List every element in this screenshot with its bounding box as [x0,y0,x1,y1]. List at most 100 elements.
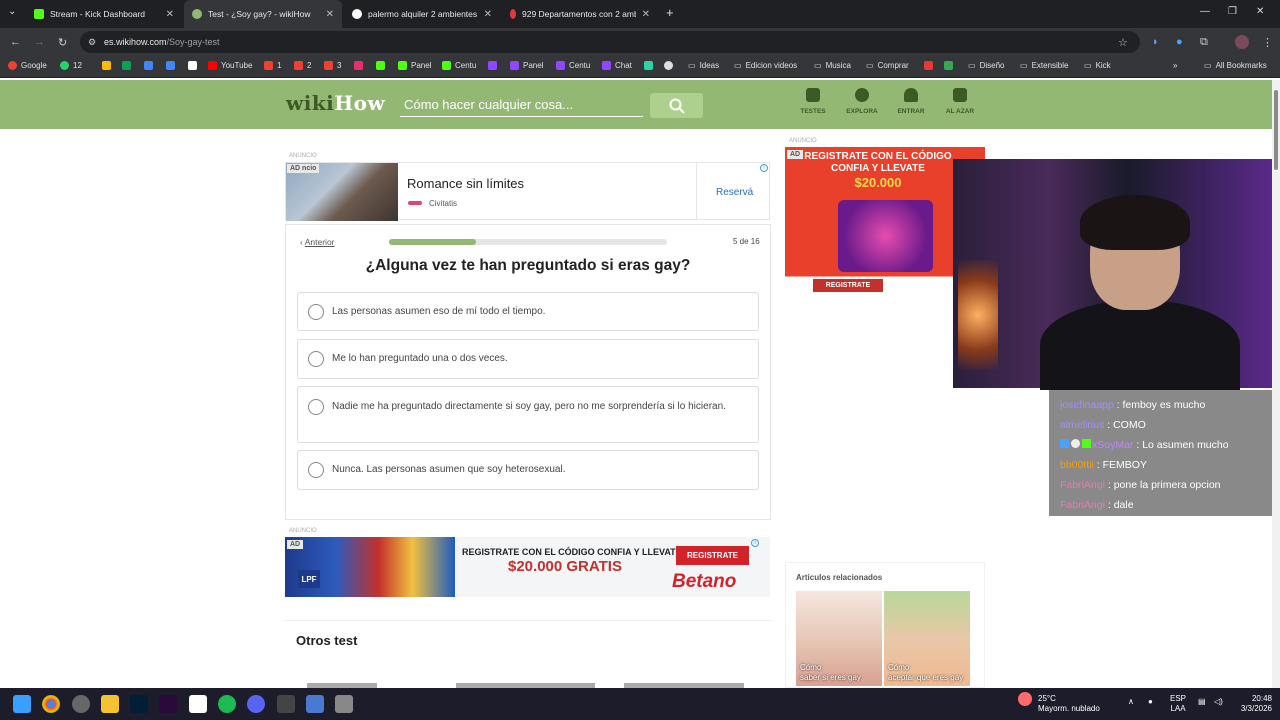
menu-kebab-icon[interactable]: ⋮ [1262,36,1273,49]
bookmark-folder-musica[interactable]: ▭ Musica [814,61,851,70]
new-tab-button[interactable]: + [666,5,674,20]
close-window-button[interactable]: ✕ [1256,6,1264,17]
notion-icon[interactable] [188,61,201,70]
photoshop-icon[interactable] [130,695,148,713]
nav-explora[interactable]: EXPLORA [837,88,887,115]
bookmark-folder-extensible[interactable]: ▭ Extensible [1020,61,1068,70]
bookmark-star-icon[interactable]: ☆ [1118,36,1128,49]
bookmark-twitch-chat[interactable]: Chat [602,61,632,70]
weather-icon[interactable] [1018,692,1032,706]
site-info-icon[interactable]: ⚙ [88,37,96,48]
maximize-button[interactable]: ❐ [1228,6,1237,17]
docs-icon[interactable] [144,61,157,70]
radio-button[interactable] [308,351,324,367]
radio-button[interactable] [308,304,324,320]
answer-option-4[interactable]: Nunca. Las personas asumen que soy heter… [297,450,759,490]
ad-register-button[interactable]: REGISTRATE [812,278,884,293]
discord-icon[interactable] [247,695,265,713]
minimize-button[interactable]: — [1200,6,1210,17]
answer-option-2[interactable]: Me lo han preguntado una o dos veces. [297,339,759,379]
reload-icon[interactable]: ↻ [58,36,67,49]
chrome-icon[interactable] [42,695,60,713]
drive-icon[interactable] [102,61,115,70]
instagram-icon[interactable] [354,61,367,70]
tab-search-icon[interactable]: ⌄ [8,6,16,17]
bookmark-folder-diseno[interactable]: ▭ Diseño [968,61,1004,70]
radio-button[interactable] [308,399,324,415]
close-icon[interactable]: ✕ [484,9,492,20]
extension-icon[interactable]: ◗ [1152,36,1159,48]
bookmark-folder-ideas[interactable]: ▭ Ideas [688,61,719,70]
close-icon[interactable]: ✕ [642,9,650,20]
ad-banner-romance[interactable] [285,162,770,221]
volume-icon[interactable]: ◁) [1214,697,1223,707]
kick-icon[interactable] [376,61,389,70]
ad-title[interactable]: Romance sin límites [407,176,524,191]
scrollbar-thumb[interactable] [1274,90,1278,170]
mic-icon[interactable]: ● [1148,697,1153,707]
ad-register-button[interactable]: REGISTRATE [676,546,749,565]
nav-entrar[interactable]: ENTRAR [886,88,936,115]
bookmark-gmail-2[interactable]: 2 [294,61,311,70]
forward-icon[interactable]: → [34,36,45,48]
file-explorer-icon[interactable] [101,695,119,713]
sheets-icon[interactable] [122,61,135,70]
wikihow-logo[interactable]: wikiHow [286,91,385,115]
nav-testes[interactable]: TESTES [788,88,838,115]
calculator-icon[interactable] [335,695,353,713]
spotify-icon[interactable] [218,695,236,713]
related-card-aceptar-gay[interactable]: Cómo aceptar que eres gay [884,591,970,686]
search-button[interactable] [650,93,703,118]
tab-wikihow[interactable]: Test - ¿Soy gay? - wikiHow ✕ [184,0,342,28]
bookmark-gmail-1[interactable]: 1 [264,61,281,70]
bookmarks-overflow-icon[interactable]: » [1173,61,1177,70]
bookmark-google[interactable]: Google [8,61,47,70]
omnibox[interactable] [80,31,1140,53]
back-icon[interactable]: ← [10,36,21,48]
bookmark-kick-centu[interactable]: Centu [442,61,476,70]
search-input[interactable]: Cómo hacer cualquier cosa... [400,93,643,117]
bookmark-twitch-panel[interactable]: Panel [510,61,543,70]
profile-avatar[interactable] [1235,35,1249,49]
chevron-up-icon[interactable]: ∧ [1128,697,1134,707]
bookmark-gmail-3[interactable]: 3 [324,61,341,70]
notion-icon[interactable] [189,695,207,713]
weather-widget[interactable]: 25°C Mayorm. nublado [1038,694,1100,714]
ad-info-icon[interactable]: i [760,164,768,172]
obs-icon[interactable] [72,695,90,713]
related-card-saber-gay[interactable]: Cómo saber si eres gay [796,591,882,686]
close-icon[interactable]: ✕ [326,9,334,20]
previous-link[interactable]: ‹ Anterior [300,237,335,247]
extension-icon[interactable]: ● [1176,36,1183,48]
network-icon[interactable]: ▤ [1198,697,1206,707]
radio-button[interactable] [308,462,324,478]
app-icon[interactable] [306,695,324,713]
premiere-icon[interactable] [159,695,177,713]
all-bookmarks[interactable]: ▭ All Bookmarks [1204,61,1267,70]
page-scrollbar[interactable] [1272,80,1280,688]
language-indicator[interactable]: ESP LAA [1170,694,1186,714]
answer-option-1[interactable]: Las personas asumen eso de mí todo el ti… [297,292,759,331]
bookmark-folder-comprar[interactable]: ▭ Comprar [866,61,909,70]
extensions-puzzle-icon[interactable]: ⧉ [1200,36,1208,49]
url-text[interactable]: es.wikihow.com/Soy-gay-test [104,37,220,47]
pin-icon[interactable] [924,61,937,70]
app-icon[interactable] [277,695,295,713]
ad-info-icon[interactable]: i [751,539,759,547]
windows-start-icon[interactable] [13,695,31,713]
ad-cta-link[interactable]: Reservá [716,187,753,198]
bookmark-whatsapp[interactable]: 12 [60,61,82,70]
nav-al-azar[interactable]: AL AZAR [935,88,985,115]
tab-departamentos[interactable]: 929 Departamentos con 2 amb ✕ [502,0,658,28]
bookmark-youtube[interactable]: YouTube [208,61,252,70]
close-icon[interactable]: ✕ [166,9,174,20]
tab-google-search[interactable]: palermo alquiler 2 ambientes - ✕ [344,0,500,28]
app-icon[interactable] [644,61,657,70]
clock[interactable]: 20:48 3/3/2026 [1232,694,1272,714]
calendar-icon[interactable] [166,61,179,70]
bookmark-folder-edicion[interactable]: ▭ Edicion videos [734,61,797,70]
tab-kick-dashboard[interactable]: Stream - Kick Dashboard ✕ [26,0,182,28]
bookmark-twitch-centu[interactable]: Centu [556,61,590,70]
twitch-icon[interactable] [488,61,501,70]
bookmark-kick-panel[interactable]: Panel [398,61,431,70]
